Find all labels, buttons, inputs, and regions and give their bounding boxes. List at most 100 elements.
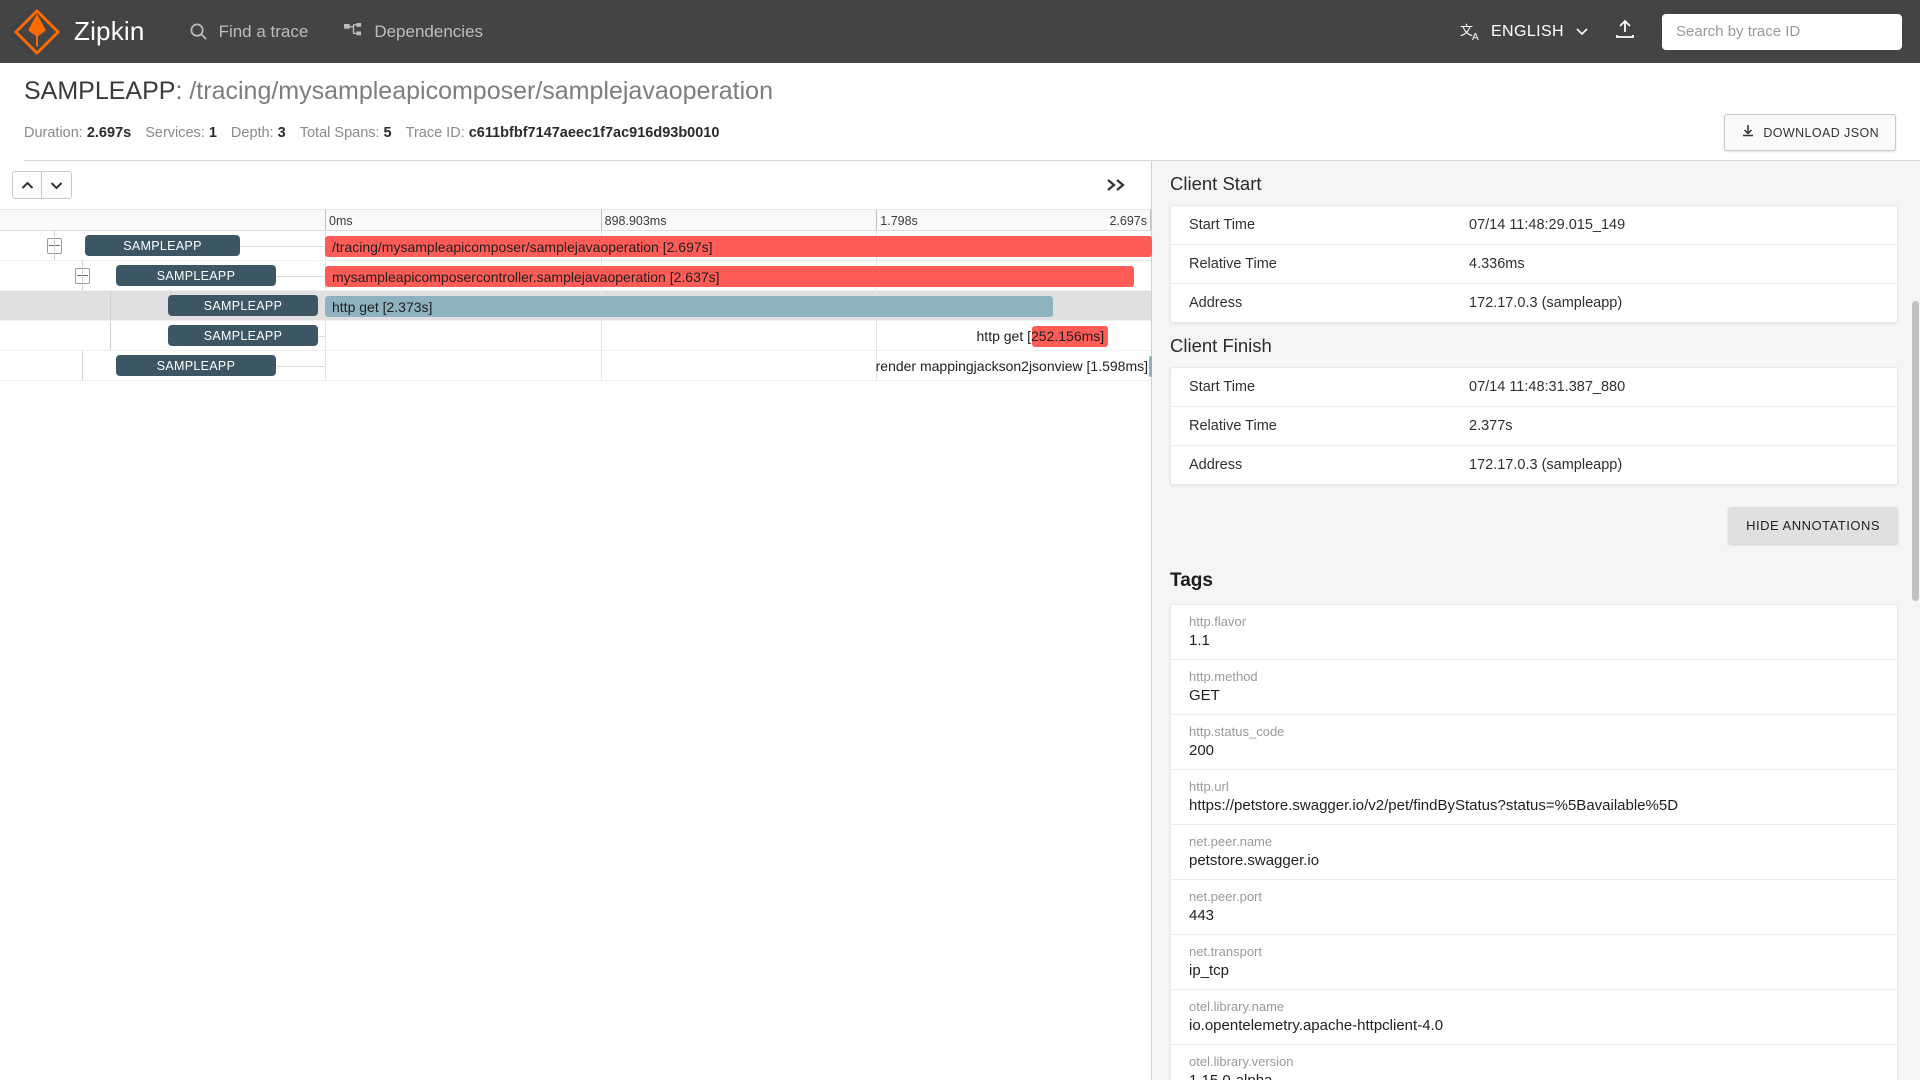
page-title: SAMPLEAPP: /tracing/mysampleapicomposer/… <box>24 77 1920 106</box>
span-service-badge[interactable]: SAMPLEAPP <box>85 235 240 256</box>
annotation-row: Address 172.17.0.3 (sampleapp) <box>1171 446 1897 484</box>
span-row[interactable]: SAMPLEAPP render mappingjackson2jsonview … <box>0 351 1153 381</box>
chevron-up-icon <box>21 178 34 193</box>
annotation-row: Start Time 07/14 11:48:29.015_149 <box>1171 206 1897 245</box>
tag-value: 443 <box>1189 907 1215 924</box>
language-selector[interactable]: 文 A ENGLISH <box>1460 22 1588 42</box>
tag-key: net.transport <box>1189 944 1262 959</box>
svg-text:A: A <box>1472 32 1479 42</box>
span-row[interactable]: SAMPLEAPP http get [2.373s] <box>0 291 1153 321</box>
collapse-detail-pane-button[interactable] <box>1105 173 1129 199</box>
span-service-badge[interactable]: SAMPLEAPP <box>116 265 276 286</box>
tag-row: http.status_code 200 <box>1171 715 1897 770</box>
timeline-gridline <box>600 321 602 350</box>
tags-card: http.flavor 1.1 http.method GET http.status_… <box>1170 604 1898 1080</box>
span-duration-bar[interactable]: /tracing/mysampleapicomposer/samplejavao… <box>325 236 1152 257</box>
annotation-key: Relative Time <box>1189 256 1277 272</box>
span-service-badge[interactable]: SAMPLEAPP <box>168 295 318 316</box>
nav-find-a-trace-label: Find a trace <box>218 21 309 41</box>
span-detail-pane: Client Start Start Time 07/14 11:48:29.015… <box>1152 161 1920 1080</box>
timeline-gridline <box>600 351 602 380</box>
tag-row: net.transport ip_tcp <box>1171 935 1897 990</box>
span-tree-cell: SAMPLEAPP <box>0 261 325 290</box>
span-duration-label: http get [252.156ms] <box>976 328 1105 344</box>
annotation-value: 4.336ms <box>1469 256 1525 272</box>
nav-find-a-trace[interactable]: Find a trace <box>189 21 309 42</box>
tag-key: http.status_code <box>1189 724 1285 739</box>
span-duration-label: render mappingjackson2jsonview [1.598ms] <box>875 358 1148 374</box>
annotation-card: Start Time 07/14 11:48:31.387_880 Relative… <box>1170 367 1898 485</box>
tag-value: GET <box>1189 687 1220 704</box>
annotation-value: 172.17.0.3 (sampleapp) <box>1469 457 1623 473</box>
upload-trace-button[interactable] <box>1614 18 1636 45</box>
brand-name[interactable]: Zipkin <box>74 16 145 47</box>
annotation-row: Relative Time 2.377s <box>1171 407 1897 446</box>
span-row[interactable]: SAMPLEAPP/tracing/mysampleapicomposer/sa… <box>0 231 1153 261</box>
tag-row: net.peer.port 443 <box>1171 880 1897 935</box>
tag-value: https://petstore.swagger.io/v2/pet/findB… <box>1189 797 1679 814</box>
span-bar-cell: /tracing/mysampleapicomposer/samplejavao… <box>325 231 1153 260</box>
main-content: 0ms 898.903ms 1.798s 2.697s SAMPLEAPP/traci… <box>0 161 1920 1080</box>
span-row[interactable]: SAMPLEAPP mysampleapicomposercontroller.s… <box>0 261 1153 291</box>
chevron-down-icon <box>1576 25 1588 39</box>
annotation-value: 2.377s <box>1469 418 1513 434</box>
timeline-gridline <box>876 321 878 350</box>
dependency-tree-icon <box>344 23 363 40</box>
timeline-gridline <box>325 321 326 350</box>
duration-value: 2.697s <box>86 124 132 141</box>
collapse-all-button[interactable] <box>12 171 42 199</box>
timeline-tick: 0ms <box>325 210 353 230</box>
trace-id-search-box[interactable] <box>1662 13 1902 50</box>
scrollbar-thumb[interactable] <box>1912 301 1919 601</box>
tag-row: otel.library.name io.opentelemetry.apache… <box>1171 990 1897 1045</box>
timeline-ruler: 0ms 898.903ms 1.798s 2.697s <box>0 209 1151 231</box>
tag-key: http.method <box>1189 669 1258 684</box>
tag-key: net.peer.port <box>1189 889 1262 904</box>
tags-section-title: Tags <box>1170 570 1213 591</box>
tree-connector-line <box>110 321 111 350</box>
download-json-label: DOWNLOAD JSON <box>1763 125 1879 140</box>
language-label: ENGLISH <box>1490 22 1564 40</box>
span-duration-bar[interactable]: http get [2.373s] <box>325 296 1053 317</box>
services-value: 1 <box>208 124 217 141</box>
annotation-key: Address <box>1189 457 1243 473</box>
depth-value: 3 <box>277 124 286 141</box>
services-label: Services: <box>145 124 205 141</box>
span-detail-inner: Client Start Start Time 07/14 11:48:29.015… <box>1152 161 1920 1080</box>
timeline-tick: 898.903ms <box>600 210 666 230</box>
download-icon <box>1741 124 1763 141</box>
span-row[interactable]: SAMPLEAPP http get [252.156ms] <box>0 321 1153 351</box>
tag-value: 200 <box>1189 742 1215 759</box>
annotation-key: Address <box>1189 295 1243 311</box>
span-duration-bar[interactable]: mysampleapicomposercontroller.samplejava… <box>325 266 1134 287</box>
trace-timeline-pane: 0ms 898.903ms 1.798s 2.697s SAMPLEAPP/traci… <box>0 161 1153 1080</box>
span-tree-cell: SAMPLEAPP <box>0 291 325 320</box>
nav-dependencies[interactable]: Dependencies <box>344 22 483 42</box>
tree-connector-line <box>82 261 83 290</box>
annotation-value: 07/14 11:48:29.015_149 <box>1469 217 1626 233</box>
detail-pane-scrollbar[interactable] <box>1911 161 1920 1080</box>
hide-annotations-button[interactable]: HIDE ANNOTATIONS <box>1728 507 1898 544</box>
expand-all-button[interactable] <box>42 171 72 199</box>
tag-key: net.peer.name <box>1189 834 1273 849</box>
span-rail <box>240 246 325 247</box>
search-input[interactable] <box>1674 13 1890 50</box>
annotation-row: Relative Time 4.336ms <box>1171 245 1897 284</box>
tag-value: 1.15.0-alpha <box>1189 1072 1879 1080</box>
trace-title-separator: : <box>175 77 190 105</box>
tag-row: http.url https://petstore.swagger.io/v2/p… <box>1171 770 1897 825</box>
tag-key: otel.library.version <box>1189 1054 1294 1069</box>
download-json-button[interactable]: DOWNLOAD JSON <box>1724 114 1896 151</box>
hide-annotations-wrap: HIDE ANNOTATIONS <box>1152 485 1920 544</box>
tree-connector-line <box>110 291 111 320</box>
span-bar-cell: http get [2.373s] <box>325 291 1153 320</box>
tag-value: 1.1 <box>1189 632 1210 649</box>
tag-key: otel.library.name <box>1189 999 1285 1014</box>
annotation-value: 07/14 11:48:31.387_880 <box>1469 379 1626 395</box>
span-service-badge[interactable]: SAMPLEAPP <box>168 325 318 346</box>
span-rail <box>318 306 325 307</box>
span-service-badge[interactable]: SAMPLEAPP <box>116 355 276 376</box>
total-spans-value: 5 <box>383 124 392 141</box>
tree-connector-line <box>82 351 83 380</box>
zipkin-logo-icon[interactable] <box>14 8 60 55</box>
